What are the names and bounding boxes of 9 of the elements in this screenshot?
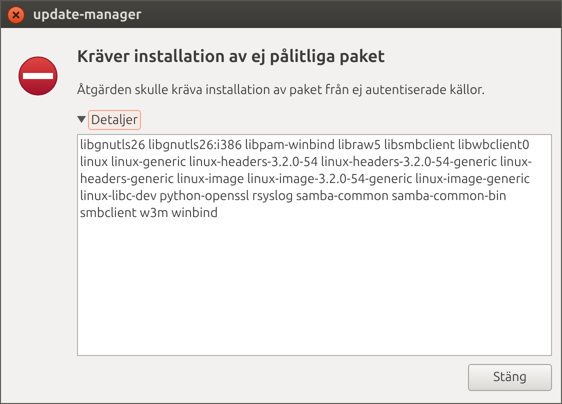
- details-text-area[interactable]: libgnutls26 libgnutls26:i386 libpam-winbind libraw5 libsmbclient libwbclient0 linux linux-generic linux-headers-3.2.0-54 linux-headers-3.2.0-54-generic linux-headers-generic linux-image linux-image-3.2.0-54-generic linux-image-generic linux-libc-dev python-openssl rsyslog samba-common samba-common-bin smbclient w3m winbind: [77, 134, 552, 356]
- dialog-message: Åtgärden skulle kräva installation av paket från ej autentiserade källor.: [77, 82, 486, 100]
- error-icon: [18, 56, 58, 96]
- details-expander[interactable]: Detaljer: [88, 110, 141, 130]
- close-icon: [12, 10, 20, 18]
- close-dialog-button[interactable]: Stäng: [468, 364, 552, 391]
- dialog-heading: Kräver installation av ej pålitliga paket: [77, 46, 386, 68]
- close-button[interactable]: [7, 6, 25, 24]
- window-title: update-manager: [33, 5, 142, 24]
